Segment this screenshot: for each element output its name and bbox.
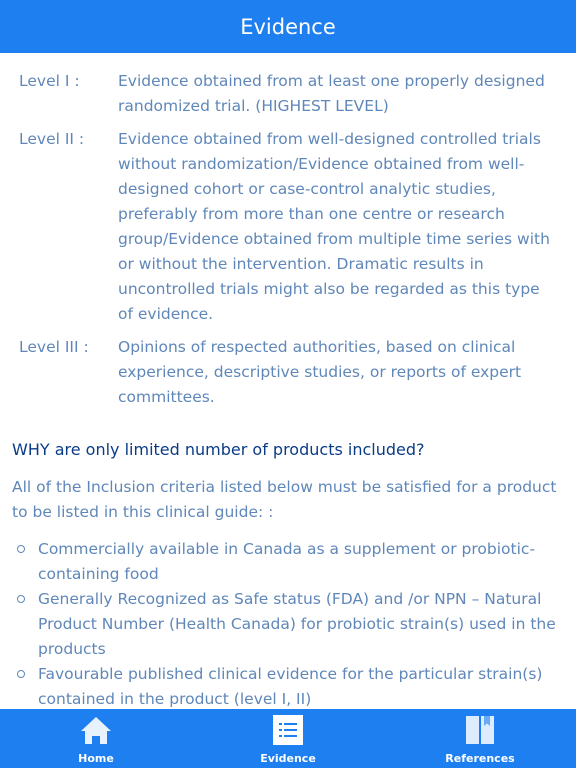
home-icon <box>80 714 112 746</box>
level-label: Level III : <box>19 338 89 356</box>
book-icon <box>464 714 496 746</box>
tab-label: References <box>445 752 515 765</box>
evidence-levels: Level I : Evidence obtained from at leas… <box>0 53 576 410</box>
level-row: Level III : Opinions of respected author… <box>19 335 556 410</box>
tab-evidence[interactable]: Evidence <box>192 709 384 768</box>
list-icon <box>272 714 304 746</box>
list-item: Favourable published clinical evidence f… <box>17 662 560 709</box>
section-intro: All of the Inclusion criteria listed bel… <box>12 478 557 521</box>
tab-home[interactable]: Home <box>0 709 192 768</box>
section-heading: WHY are only limited number of products … <box>12 440 425 459</box>
list-item: Commercially available in Canada as a su… <box>17 537 560 587</box>
tab-label: Evidence <box>260 752 316 765</box>
tab-label: Home <box>78 752 114 765</box>
app-header: Evidence <box>0 0 576 53</box>
level-label: Level II : <box>19 130 85 148</box>
criteria-list: Commercially available in Canada as a su… <box>0 537 576 709</box>
level-description: Evidence obtained from well-designed con… <box>118 130 550 323</box>
level-label: Level I : <box>19 72 80 90</box>
list-item: Generally Recognized as Safe status (FDA… <box>17 587 560 662</box>
content-area[interactable]: Level I : Evidence obtained from at leas… <box>0 53 576 709</box>
tab-references[interactable]: References <box>384 709 576 768</box>
page-title: Evidence <box>240 14 336 39</box>
level-row: Level II : Evidence obtained from well-d… <box>19 127 556 327</box>
level-description: Opinions of respected authorities, based… <box>118 338 522 406</box>
level-description: Evidence obtained from at least one prop… <box>118 72 545 115</box>
bottom-tab-bar: Home Evidence References <box>0 709 576 768</box>
level-row: Level I : Evidence obtained from at leas… <box>19 69 556 119</box>
